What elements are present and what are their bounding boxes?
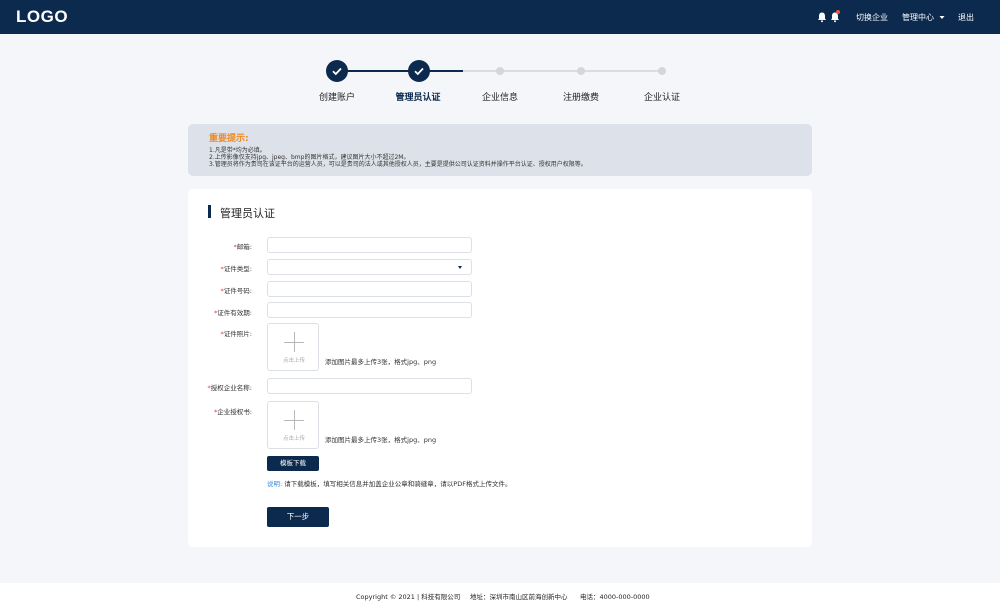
auth-company-input[interactable] [267,378,472,394]
auth-letter-upload-hint: 添加图片最多上传3张，格式jpg、png [325,436,437,444]
step-3-dot [496,67,504,75]
step-label-create-account: 创建账户 [318,93,355,103]
footer-copyright: Copyright © 2021 | 科技有限公司 [356,593,461,601]
id-number-input[interactable] [267,281,472,297]
switch-company-link[interactable]: 切换企业 [856,12,888,23]
footer-address: 地址：深圳市南山区前海创新中心 [470,593,568,601]
card-title: 管理员认证 [220,207,275,220]
admin-center-label: 管理中心 [902,13,934,22]
notification-badge-dot [836,10,840,14]
step-5-dot [658,67,666,75]
check-icon [332,67,342,76]
upload-text: 点击上传 [282,436,305,442]
note-text: 请下载模板，填写相关信息并加盖企业公章和骑缝章，请以PDF格式上传文件。 [284,480,512,488]
step-connector-pending [463,70,662,72]
progress-steps: 创建账户 管理员认证 企业信息 注册缴费 企业认证 [0,56,1000,106]
auth-letter-upload[interactable]: 点击上传 [267,401,319,449]
caret-down-icon [939,16,945,19]
logo: LOGO [16,7,69,26]
logout-link[interactable]: 退出 [958,12,974,23]
next-step-button[interactable]: 下一步 [267,507,329,527]
title-accent-bar [208,205,211,218]
admin-verify-card: 管理员认证 *邮箱: *证件类型: *证件号码: *证件有效期: *证件照片: … [188,189,812,547]
instruction-note: 说明: 请下载模板，填写相关信息并加盖企业公章和骑缝章，请以PDF格式上传文件。 [267,478,511,488]
id-validity-label: *证件有效期: [214,309,252,317]
template-download-button[interactable]: 模板下载 [267,456,319,471]
plus-icon [294,410,295,430]
id-photo-label: *证件照片: [220,330,252,338]
id-number-label: *证件号码: [220,287,252,295]
note-label: 说明: [267,480,283,488]
top-header: LOGO 切换企业 管理中心 退出 [0,0,1000,34]
step-4-dot [577,67,585,75]
id-type-select[interactable] [267,259,472,275]
email-input[interactable] [267,237,472,253]
admin-center-menu[interactable]: 管理中心 [902,12,945,23]
bell-icon[interactable] [816,11,828,23]
footer: Copyright © 2021 | 科技有限公司 地址：深圳市南山区前海创新中… [0,583,1000,607]
upload-text: 点击上传 [282,358,305,364]
step-label-registration-fee: 注册缴费 [562,93,599,103]
step-label-admin-verify: 管理员认证 [395,93,441,103]
auth-company-label: *授权企业名称: [207,384,252,392]
id-validity-input[interactable] [267,302,472,318]
email-label: *邮箱: [233,243,252,251]
notice-title: 重要提示: [209,134,249,144]
step-2-check [408,60,430,82]
id-photo-upload[interactable]: 点击上传 [267,323,319,371]
id-photo-upload-hint: 添加图片最多上传3张，格式jpg、png [325,358,437,366]
footer-phone: 电话：4000-000-0000 [580,593,650,601]
id-type-label: *证件类型: [220,265,252,273]
plus-icon [294,332,295,352]
check-icon [414,67,424,76]
auth-letter-label: *企业授权书: [214,408,252,416]
step-label-company-info: 企业信息 [481,93,518,103]
important-notice: 重要提示: 1.凡是带*均为必填。 2.上传影像仅支持jpg、jpeg、bmp的… [188,124,812,176]
notice-line-3: 3.管理员将作为贵司在该证平台的运营人员，可以是贵司的法人或其他授权人员，主要是… [209,161,587,168]
select-caret-icon [458,266,462,269]
step-connector-done [337,70,419,72]
step-1-check [326,60,348,82]
step-label-company-verify: 企业认证 [643,93,680,103]
